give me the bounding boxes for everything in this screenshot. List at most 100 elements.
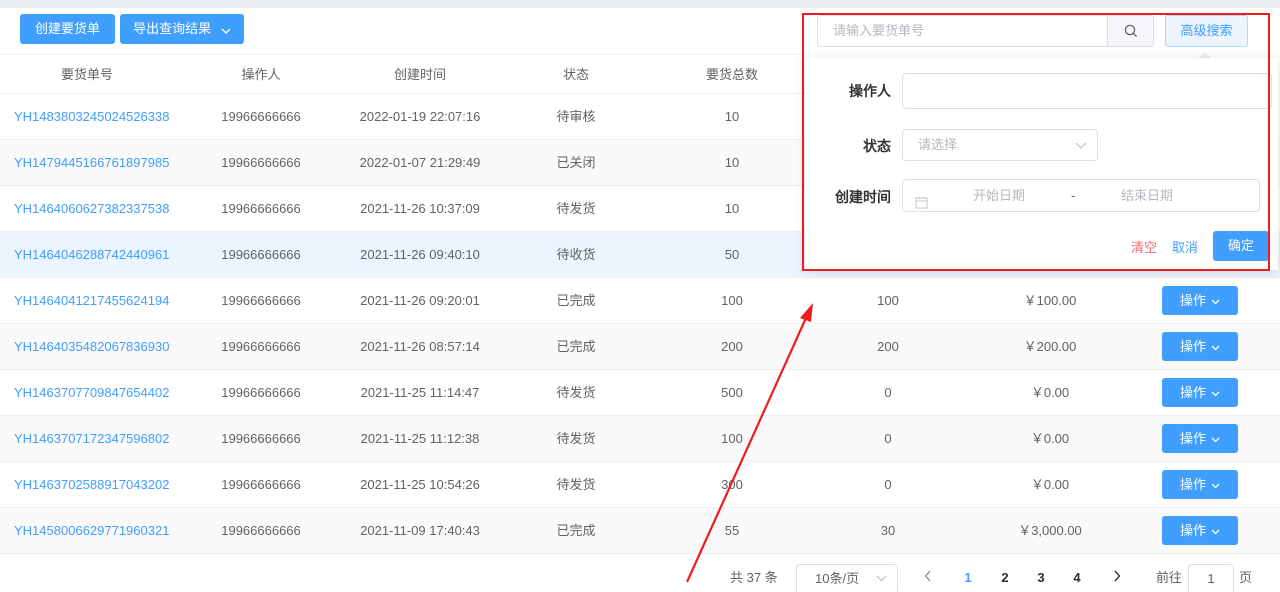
total-cell: 100 xyxy=(721,293,743,308)
search-icon xyxy=(1124,24,1138,38)
created-time-cell: 2021-11-26 09:40:10 xyxy=(360,247,480,262)
order-no-search-input[interactable]: 请输入要货单号 xyxy=(817,15,1109,47)
chevron-down-icon xyxy=(1211,339,1220,354)
row-action-button[interactable]: 操作 xyxy=(1162,286,1238,315)
created-time-cell: 2021-11-25 11:12:38 xyxy=(360,431,480,446)
header-operator: 操作人 xyxy=(241,67,281,82)
total-cell: 10 xyxy=(724,155,740,170)
clear-button[interactable]: 清空 xyxy=(1131,237,1157,256)
goto-label: 前往 xyxy=(1156,570,1183,585)
order-no-link[interactable]: YH1483803245024526338 xyxy=(14,94,194,139)
table-row: YH1463702588917043202 19966666666 2021-11-… xyxy=(0,462,1280,508)
row-action-label: 操作 xyxy=(1179,523,1206,538)
order-no-link[interactable]: YH1463707172347596802 xyxy=(14,416,194,461)
page-number-button[interactable]: 1 xyxy=(953,564,983,592)
page-number-button[interactable]: 4 xyxy=(1062,564,1092,592)
header-status: 状态 xyxy=(562,67,589,82)
created-time-cell: 2021-11-25 10:54:26 xyxy=(360,477,480,492)
sent-cell: 0 xyxy=(884,385,892,400)
status-placeholder: 请选择 xyxy=(918,137,958,152)
search-button[interactable] xyxy=(1107,15,1154,47)
order-no-link[interactable]: YH1464041217455624194 xyxy=(14,278,194,323)
row-action-button[interactable]: 操作 xyxy=(1162,516,1238,545)
total-cell: 55 xyxy=(724,523,740,538)
status-cell: 已完成 xyxy=(556,293,596,308)
created-time-cell: 2022-01-07 21:29:49 xyxy=(359,155,481,170)
status-label: 状态 xyxy=(863,138,891,154)
page-number-button[interactable]: 2 xyxy=(990,564,1020,592)
operator-cell: 19966666666 xyxy=(221,523,301,538)
header-order-no: 要货单号 xyxy=(60,67,113,82)
advanced-search-panel: 操作人 状态 请选择 创建时间 开始日期 - 结束日期 清空 取消 确定 xyxy=(805,58,1278,270)
amount-cell: ￥0.00 xyxy=(1030,477,1070,492)
export-results-button[interactable]: 导出查询结果 xyxy=(120,14,244,44)
operator-cell: 19966666666 xyxy=(221,247,301,262)
table-row: YH1464041217455624194 19966666666 2021-11-… xyxy=(0,278,1280,324)
export-results-label: 导出查询结果 xyxy=(133,21,212,36)
order-no-link[interactable]: YH1463702588917043202 xyxy=(14,462,194,507)
created-time-cell: 2021-11-26 08:57:14 xyxy=(360,339,480,354)
row-action-label: 操作 xyxy=(1179,385,1206,400)
table-row: YH1458006629771960321 19966666666 2021-11-… xyxy=(0,508,1280,554)
operator-input[interactable] xyxy=(902,73,1272,109)
end-date-input[interactable]: 结束日期 xyxy=(1121,180,1173,211)
page-size-select[interactable]: 10条/页 xyxy=(796,564,898,592)
created-time-cell: 2022-01-19 22:07:16 xyxy=(359,109,481,124)
page-number-button[interactable]: 3 xyxy=(1026,564,1056,592)
amount-cell: ￥200.00 xyxy=(1023,339,1077,354)
status-select[interactable]: 请选择 xyxy=(902,129,1098,161)
row-action-button[interactable]: 操作 xyxy=(1162,378,1238,407)
operator-cell: 19966666666 xyxy=(221,109,301,124)
status-cell: 待审核 xyxy=(556,109,596,124)
chevron-down-icon xyxy=(1211,477,1220,492)
order-no-link[interactable]: YH1464060627382337538 xyxy=(14,186,194,231)
operator-cell: 19966666666 xyxy=(221,477,301,492)
operator-cell: 19966666666 xyxy=(221,201,301,216)
operator-cell: 19966666666 xyxy=(221,339,301,354)
operator-label: 操作人 xyxy=(849,83,891,99)
created-time-cell: 2021-11-25 11:14:47 xyxy=(360,385,480,400)
status-cell: 待发货 xyxy=(556,431,596,446)
status-cell: 待发货 xyxy=(556,477,596,492)
sent-cell: 0 xyxy=(884,431,892,446)
status-cell: 待发货 xyxy=(556,201,596,216)
next-page-button[interactable] xyxy=(1102,564,1132,592)
row-action-button[interactable]: 操作 xyxy=(1162,424,1238,453)
row-action-button[interactable]: 操作 xyxy=(1162,332,1238,361)
operator-cell: 19966666666 xyxy=(221,155,301,170)
total-cell: 50 xyxy=(724,247,740,262)
prev-page-button[interactable] xyxy=(913,564,943,592)
start-date-input[interactable]: 开始日期 xyxy=(973,180,1035,211)
chevron-down-icon xyxy=(221,15,231,45)
chevron-down-icon xyxy=(876,565,887,592)
order-no-link[interactable]: YH1464046288742440961 xyxy=(14,232,194,277)
row-action-label: 操作 xyxy=(1179,431,1206,446)
advanced-search-button[interactable]: 高级搜索 xyxy=(1165,15,1248,47)
created-time-cell: 2021-11-09 17:40:43 xyxy=(360,523,480,538)
amount-cell: ￥0.00 xyxy=(1030,431,1070,446)
chevron-down-icon xyxy=(1211,293,1220,308)
operator-cell: 19966666666 xyxy=(221,385,301,400)
row-action-label: 操作 xyxy=(1179,339,1206,354)
amount-cell: ￥0.00 xyxy=(1030,385,1070,400)
chevron-right-icon xyxy=(1113,570,1121,585)
table-row: YH1463707709847654402 19966666666 2021-11-… xyxy=(0,370,1280,416)
goto-page-input[interactable]: 1 xyxy=(1188,564,1234,592)
sent-cell: 100 xyxy=(877,293,899,308)
page-unit-label: 页 xyxy=(1239,570,1253,585)
row-action-button[interactable]: 操作 xyxy=(1162,470,1238,499)
sent-cell: 0 xyxy=(884,477,892,492)
operator-cell: 19966666666 xyxy=(221,293,301,308)
created-date-range[interactable]: 开始日期 - 结束日期 xyxy=(902,179,1260,212)
confirm-button[interactable]: 确定 xyxy=(1213,231,1269,261)
table-row: YH1464035482067836930 19966666666 2021-11-… xyxy=(0,324,1280,370)
search-bar: 请输入要货单号 高级搜索 xyxy=(805,12,1278,57)
order-no-link[interactable]: YH1464035482067836930 xyxy=(14,324,194,369)
create-order-button[interactable]: 创建要货单 xyxy=(20,14,115,44)
range-separator: - xyxy=(1071,188,1076,203)
order-no-link[interactable]: YH1479445166761897985 xyxy=(14,140,194,185)
cancel-button[interactable]: 取消 xyxy=(1172,237,1198,256)
order-no-link[interactable]: YH1458006629771960321 xyxy=(14,508,194,553)
total-cell: 300 xyxy=(721,477,743,492)
order-no-link[interactable]: YH1463707709847654402 xyxy=(14,370,194,415)
